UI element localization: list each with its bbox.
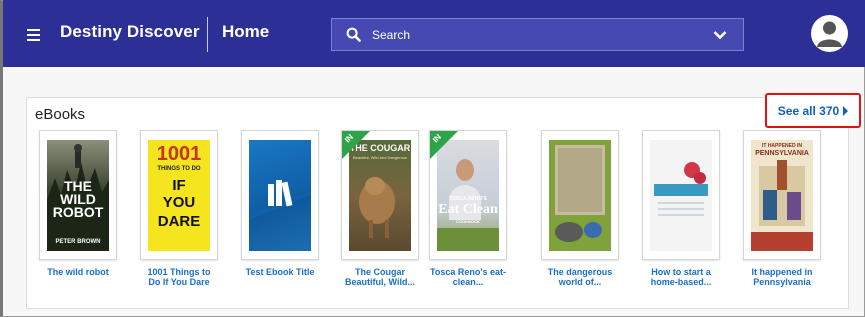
book-cover-card[interactable]	[241, 130, 319, 260]
see-all-button[interactable]: See all 370	[765, 93, 861, 128]
top-nav-bar: Destiny Discover Home	[3, 0, 865, 67]
book-title-line: Pennsylvania	[753, 277, 811, 287]
caret-right-icon	[843, 105, 849, 116]
user-avatar[interactable]	[811, 15, 848, 52]
book-title[interactable]: The wild robot	[39, 267, 117, 277]
book-title-line: clean...	[452, 277, 484, 287]
book-title[interactable]: How to start a home-based...	[642, 267, 720, 287]
book-item[interactable]: How to start a home-based...	[642, 130, 720, 287]
app-title[interactable]: Destiny Discover	[60, 22, 200, 42]
cover-text: COOKBOOK	[456, 219, 480, 224]
cover-text: Eat Clean	[438, 202, 498, 217]
ebooks-panel: eBooks See all 370 THE WILD ROBOT PETER …	[26, 93, 861, 309]
user-avatar-icon	[817, 21, 842, 47]
book-cover-card[interactable]: THE WILD ROBOT PETER BROWN	[39, 130, 117, 260]
book-title[interactable]: The dangerous world of...	[541, 267, 619, 287]
book-item[interactable]: The dangerous world of...	[541, 130, 619, 287]
cover-text: YOU	[162, 194, 196, 211]
book-item[interactable]: IT HAPPENED IN PENNSYLVANIA It happened …	[743, 130, 821, 287]
book-title-line: Tosca Reno's eat-	[430, 267, 506, 277]
book-title-line: The Cougar	[354, 267, 405, 277]
cover-text: DARE	[157, 213, 201, 230]
nav-home-link[interactable]: Home	[222, 22, 269, 42]
book-item[interactable]: 1001 THINGS TO DO IF YOU DARE 1001 Thing…	[140, 130, 218, 287]
book-title-line: home-based...	[650, 277, 712, 287]
book-item[interactable]: IN THE COUGAR Beautiful, Wild and Danger…	[341, 130, 419, 287]
cover-text: THINGS TO DO	[157, 166, 201, 172]
cover-text: ROBOT	[52, 204, 104, 220]
book-title-line: 1001 Things to	[147, 267, 211, 277]
cover-text: IF	[172, 177, 186, 194]
book-title-line: Beautiful, Wild...	[345, 277, 415, 287]
book-cover-image: 1001 THINGS TO DO IF YOU DARE	[148, 140, 210, 251]
book-title-line: world of...	[558, 277, 602, 287]
book-cover-card[interactable]	[642, 130, 720, 260]
cover-author: PETER BROWN	[55, 239, 101, 245]
book-title[interactable]: 1001 Things to Do If You Dare	[140, 267, 218, 287]
section-title: eBooks	[35, 106, 86, 123]
book-title-line: The dangerous	[547, 267, 613, 277]
book-cover-image	[650, 140, 712, 251]
hamburger-menu-icon[interactable]	[27, 29, 40, 41]
book-title[interactable]: The Cougar Beautiful, Wild...	[341, 267, 419, 287]
book-cover-card[interactable]: 1001 THINGS TO DO IF YOU DARE	[140, 130, 218, 260]
see-all-label: See all 370	[777, 103, 840, 118]
book-title[interactable]: Test Ebook Title	[241, 267, 319, 277]
header-divider	[207, 17, 208, 52]
book-cover-image	[549, 140, 611, 251]
search-input[interactable]	[372, 19, 672, 50]
book-cover-card[interactable]	[541, 130, 619, 260]
book-title[interactable]: It happened in Pennsylvania	[743, 267, 821, 287]
search-box[interactable]	[331, 18, 744, 51]
book-cover-image: THE WILD ROBOT PETER BROWN	[47, 140, 109, 251]
book-title-line: Test Ebook Title	[245, 267, 315, 277]
book-item[interactable]: THE WILD ROBOT PETER BROWN The wild robo…	[39, 130, 117, 277]
book-item[interactable]: IN TOSCA RENO'S Eat Clean COOKBOOK Tosca…	[429, 130, 507, 287]
book-title-line: How to start a	[651, 267, 711, 277]
book-cover-card[interactable]: IN THE COUGAR Beautiful, Wild and Danger…	[341, 130, 419, 260]
books-icon	[249, 180, 311, 251]
search-icon	[346, 27, 361, 42]
book-title[interactable]: Tosca Reno's eat- clean...	[429, 267, 507, 287]
book-cover-image: IT HAPPENED IN PENNSYLVANIA	[751, 140, 813, 251]
book-cover-card[interactable]: IT HAPPENED IN PENNSYLVANIA	[743, 130, 821, 260]
book-title-line: Do If You Dare	[148, 277, 210, 287]
cover-text: 1001	[156, 143, 202, 165]
book-cover-card[interactable]: IN TOSCA RENO'S Eat Clean COOKBOOK	[429, 130, 507, 260]
book-item[interactable]: Test Ebook Title	[241, 130, 319, 277]
book-cover-image	[249, 140, 311, 251]
chevron-down-icon[interactable]	[713, 30, 727, 40]
book-title-line: It happened in	[751, 267, 813, 277]
book-title-line: The wild robot	[47, 267, 109, 277]
